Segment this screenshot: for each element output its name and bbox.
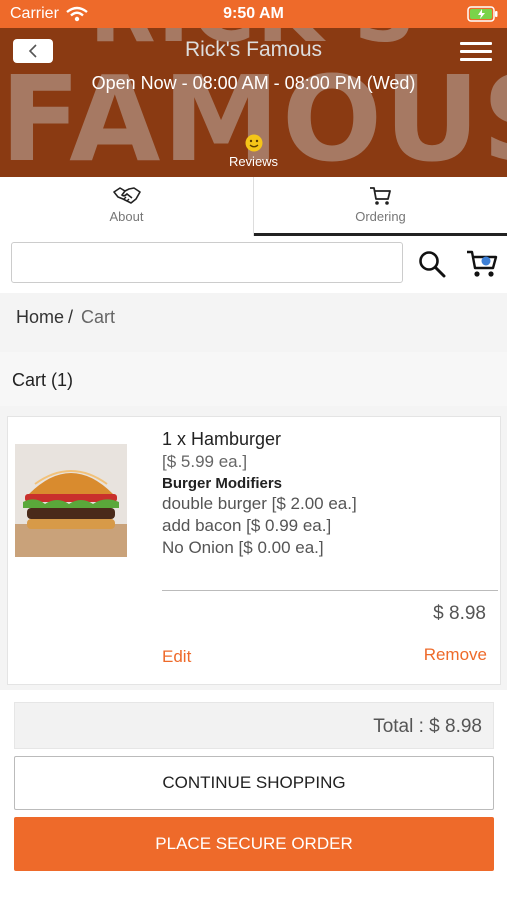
handshake-icon [112,187,141,204]
breadcrumb-separator: / [68,307,74,327]
restaurant-name: Rick's Famous [184,38,323,61]
tab-bar: About Ordering [0,177,507,236]
checkout-section: Total : $ 8.98 CONTINUE SHOPPING PLACE S… [0,690,507,900]
breadcrumb-home[interactable]: Home [16,307,64,327]
modifier-item: add bacon [$ 0.99 ea.] [162,516,332,535]
search-icon[interactable] [418,250,446,278]
order-total: Total : $ 8.98 [373,716,482,737]
status-bar: Carrier 9:50 AM [0,0,507,28]
modifier-heading: Burger Modifiers [162,475,283,492]
tab-about[interactable]: About [0,177,254,236]
item-unit-price: [$ 5.99 ea.] [162,452,248,471]
breadcrumb: Home / Cart [16,307,115,328]
reviews-label: Reviews [228,154,279,169]
cart-header: Cart (1) [0,352,507,406]
smiley-icon [245,134,262,152]
cart-icon [369,187,391,205]
modifier-item: double burger [$ 2.00 ea.] [162,494,357,513]
total-box: Total : $ 8.98 [14,702,494,749]
view-cart-icon[interactable] [466,249,498,279]
item-name: 1 x Hamburger [162,429,282,449]
status-time: 9:50 AM [223,5,284,22]
item-divider [162,590,498,591]
battery-icon [467,6,498,22]
tab-about-label: About [109,209,144,224]
tab-ordering[interactable]: Ordering [254,177,507,236]
cart-item: 1 x Hamburger [$ 5.99 ea.] Burger Modifi… [7,416,501,685]
hamburger-image [15,444,127,557]
tab-ordering-label: Ordering [355,209,406,224]
remove-item-link[interactable]: Remove [424,645,487,665]
restaurant-header: RICK'S FAMOUS Carrier 9:50 AM Rick's Fam… [0,0,507,177]
breadcrumb-current: Cart [81,307,116,327]
search-input[interactable] [11,242,403,283]
continue-shopping-button[interactable]: CONTINUE SHOPPING [14,756,494,810]
edit-item-link[interactable]: Edit [162,647,191,667]
item-subtotal: $ 8.98 [433,603,486,624]
opening-hours: Open Now - 08:00 AM - 08:00 PM (Wed) [91,73,416,93]
reviews-link[interactable]: Reviews [0,134,507,169]
modifier-item: No Onion [$ 0.00 ea.] [162,538,324,557]
hamburger-menu-icon[interactable] [460,42,492,62]
search-bar [0,236,507,293]
cart-item-details: 1 x Hamburger [$ 5.99 ea.] Burger Modifi… [162,429,492,560]
cart-title: Cart (1) [12,370,74,390]
place-secure-order-button[interactable]: PLACE SECURE ORDER [14,817,494,871]
